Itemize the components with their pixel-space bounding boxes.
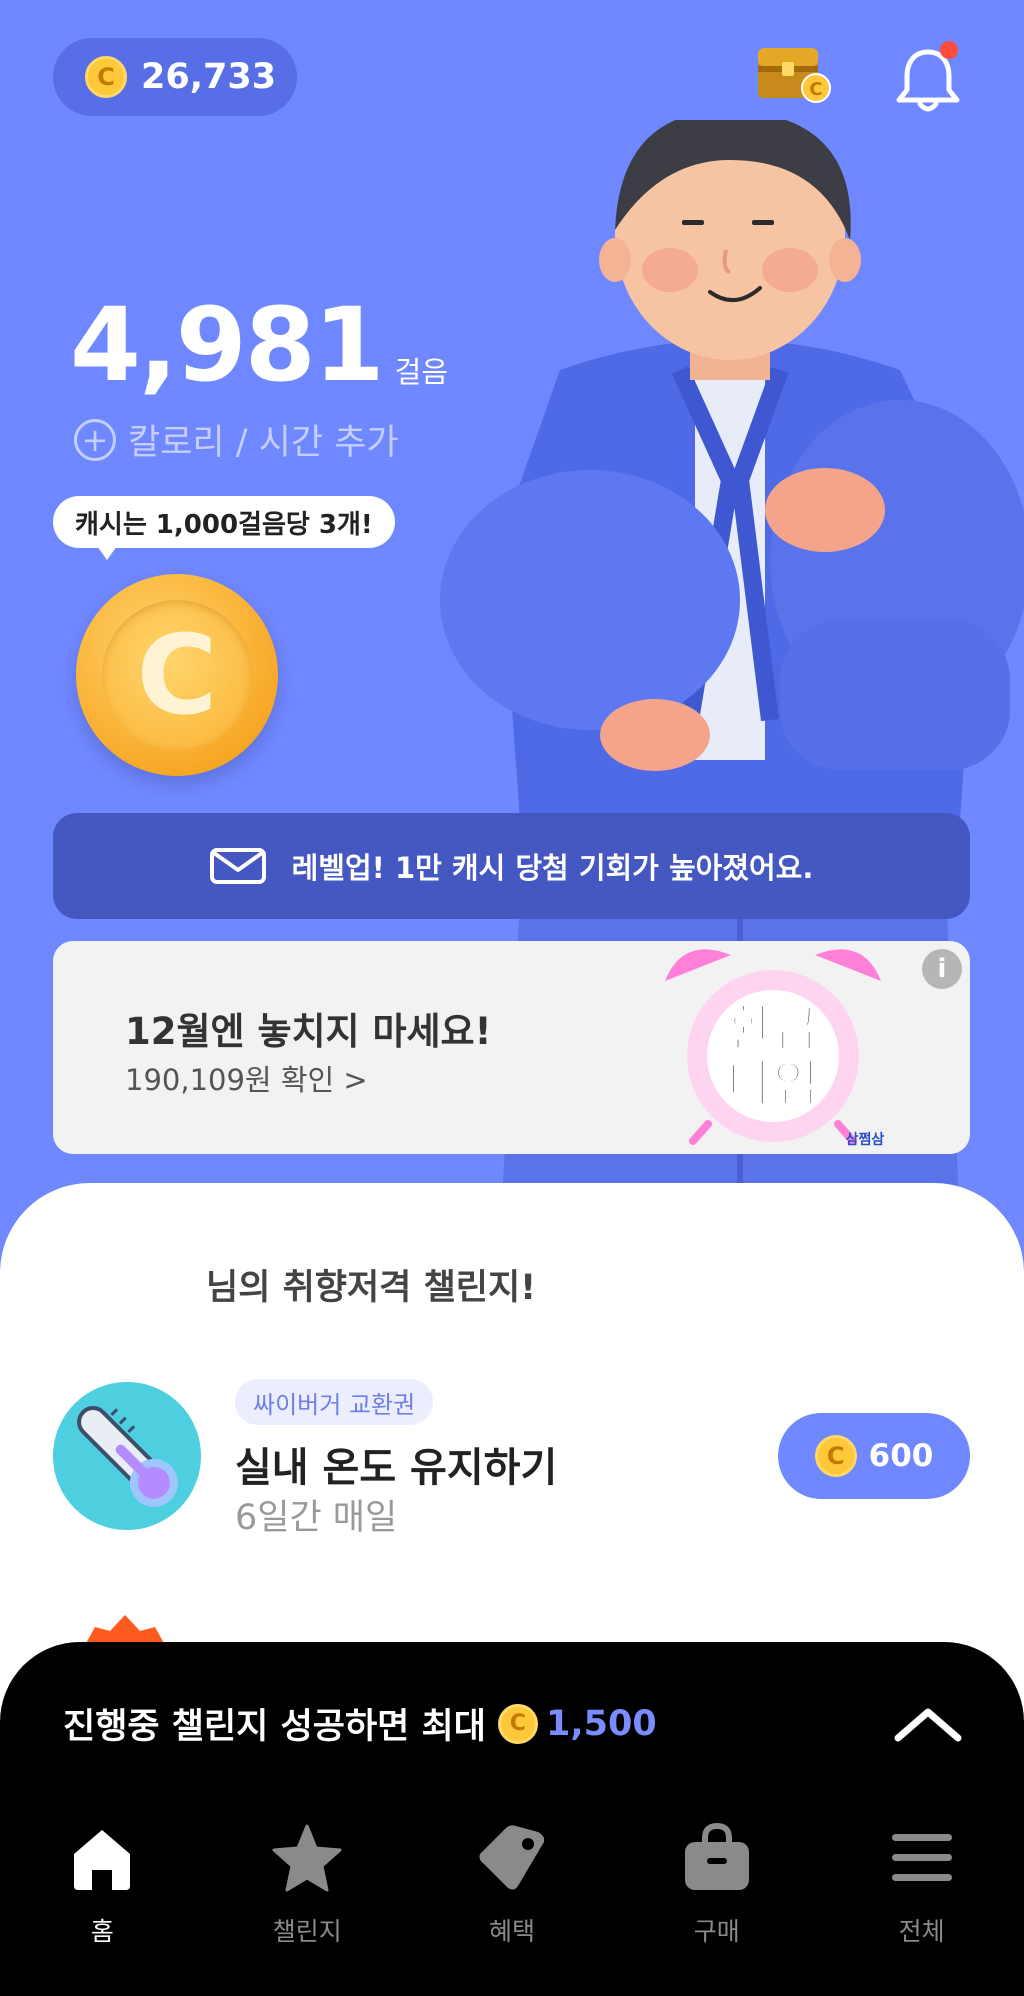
cash-balance-value: 26,733 — [141, 57, 277, 97]
svg-text:C: C — [809, 79, 822, 100]
cash-rate-bubble: 캐시는 1,000걸음당 3개! — [53, 496, 395, 560]
challenge-reward-button[interactable]: C 600 — [778, 1413, 970, 1499]
promo-amount: 1,500 — [545, 1703, 657, 1744]
coin-icon: C — [497, 1703, 538, 1744]
nav-home[interactable]: 홈 — [0, 1822, 205, 1948]
notification-bell-icon[interactable] — [893, 40, 963, 116]
ad-banner[interactable]: 12월엔 놓치지 마세요! 190,109원 확인 > 환급 타임 삼쩜삼 i — [53, 941, 970, 1154]
bottom-sheet: 진행중 챌린지 성공하면 최대 C 1,500 홈 챌린지 혜택 구매 전체 — [0, 1642, 1024, 1996]
coin-icon: C — [814, 1435, 857, 1477]
add-calorie-time-label: 칼로리 / 시간 추가 — [128, 423, 399, 463]
hero-section: C 26,733 C 4,981 걸음 + 칼로리 / 시간 추가 캐시는 1,… — [0, 0, 1024, 1230]
thermometer-icon — [53, 1382, 201, 1530]
nav-home-label: 홈 — [90, 1917, 114, 1946]
ad-title: 12월엔 놓치지 마세요! — [125, 1010, 492, 1053]
mail-icon — [209, 848, 266, 884]
nav-challenge[interactable]: 챌린지 — [205, 1822, 410, 1948]
nav-purchase[interactable]: 구매 — [614, 1822, 819, 1948]
ad-subtitle-link[interactable]: 190,109원 확인 > — [125, 1057, 368, 1099]
nav-purchase-label: 구매 — [693, 1917, 740, 1946]
ad-info-icon[interactable]: i — [922, 949, 962, 989]
nav-all-label: 전체 — [898, 1917, 945, 1946]
challenge-promo[interactable]: 진행중 챌린지 성공하면 최대 C 1,500 — [63, 1698, 657, 1749]
cash-balance-button[interactable]: C 26,733 — [53, 38, 297, 116]
next-challenge-badge-icon — [85, 1615, 165, 1645]
promo-text: 진행중 챌린지 성공하면 최대 — [63, 1707, 486, 1747]
ad-art-line1: 환급 — [727, 1000, 819, 1058]
nav-all[interactable]: 전체 — [819, 1822, 1024, 1948]
ad-brand: 삼쩜삼 — [846, 1131, 885, 1148]
tag-icon — [479, 1825, 544, 1890]
star-icon — [272, 1824, 342, 1892]
treasure-chest-icon[interactable]: C — [756, 44, 832, 104]
menu-icon — [891, 1834, 952, 1881]
nav-benefit-label: 혜택 — [488, 1917, 535, 1946]
step-count: 4,981 — [70, 286, 385, 405]
add-calorie-time-button[interactable]: + 칼로리 / 시간 추가 — [74, 414, 399, 465]
collect-coin-button[interactable]: C — [76, 574, 278, 776]
levelup-banner[interactable]: 레벨업! 1만 캐시 당첨 기회가 높아졌어요. — [53, 813, 970, 919]
coin-icon: C — [85, 56, 127, 98]
coin-icon: C — [102, 600, 252, 750]
bottom-nav: 홈 챌린지 혜택 구매 전체 — [0, 1822, 1024, 1948]
challenge-name[interactable]: 실내 온도 유지하기 — [235, 1435, 557, 1493]
ad-art-line2: 타임 — [727, 1055, 819, 1113]
shopping-bag-icon — [684, 1822, 749, 1890]
cash-rate-text: 캐시는 1,000걸음당 3개! — [75, 509, 373, 540]
levelup-text: 레벨업! 1만 캐시 당첨 기회가 높아졌어요. — [291, 851, 814, 885]
nav-benefit[interactable]: 혜택 — [410, 1822, 615, 1948]
step-counter: 4,981 걸음 — [70, 295, 448, 397]
step-unit: 걸음 — [394, 355, 449, 389]
plus-circle-icon: + — [74, 418, 116, 461]
challenge-reward-amount: 600 — [868, 1438, 934, 1474]
challenge-reward-tag: 싸이버거 교환권 — [235, 1379, 434, 1425]
nav-challenge-label: 챌린지 — [272, 1917, 342, 1946]
coin-symbol: C — [136, 611, 218, 739]
challenge-period: 6일간 매일 — [235, 1498, 398, 1538]
ad-alarm-clock-image: 환급 타임 삼쩜삼 — [665, 949, 885, 1148]
section-title: 님의 취향저격 챌린지! — [206, 1268, 537, 1308]
chevron-up-icon[interactable] — [892, 1704, 964, 1744]
home-icon — [74, 1830, 131, 1890]
